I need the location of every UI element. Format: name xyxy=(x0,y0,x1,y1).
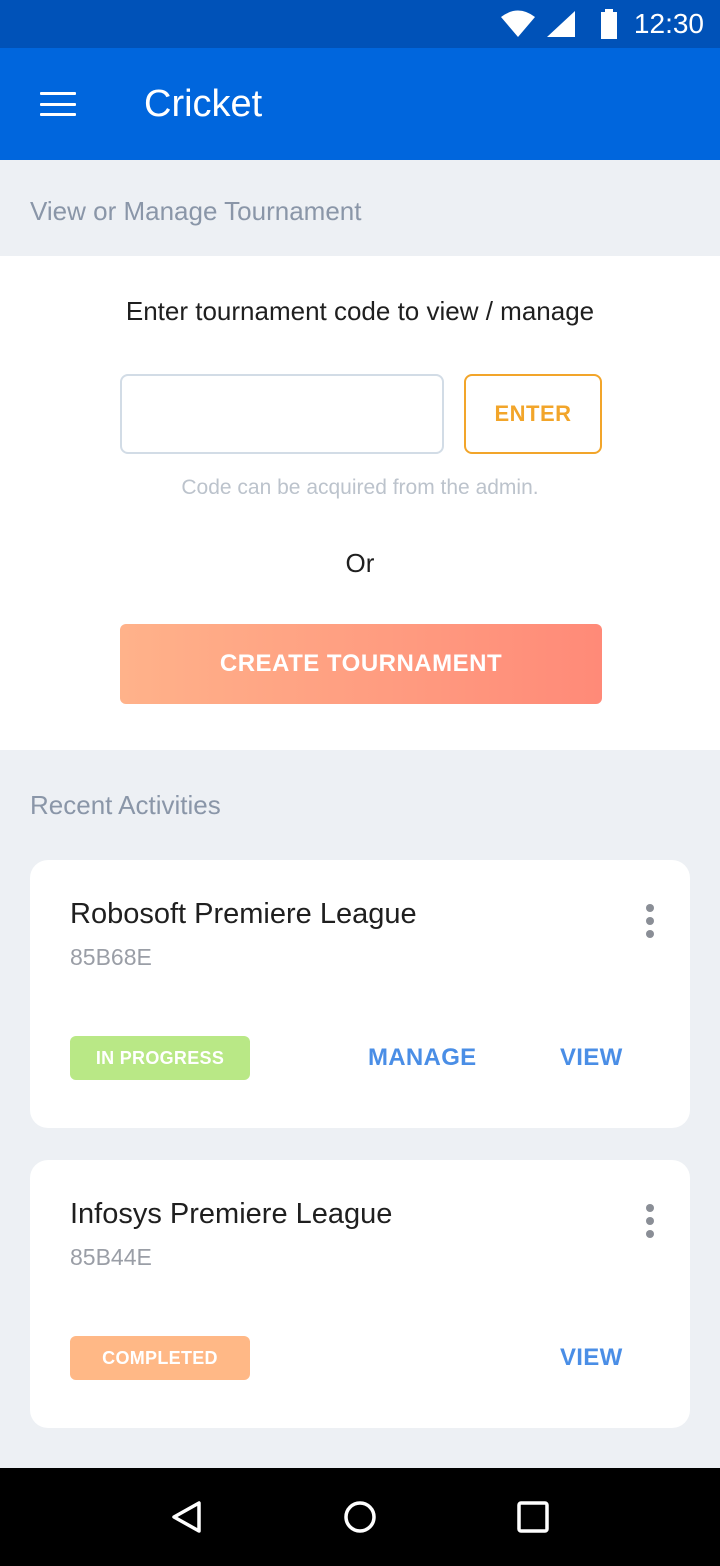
more-options-icon[interactable] xyxy=(644,904,656,938)
more-options-icon[interactable] xyxy=(644,1204,656,1238)
or-divider-text: Or xyxy=(345,548,375,578)
system-nav-bar xyxy=(0,1468,720,1566)
tournament-code-input[interactable] xyxy=(120,374,444,454)
status-bar: 12:30 xyxy=(0,0,720,48)
app-title: Cricket xyxy=(144,82,263,125)
status-badge: IN PROGRESS xyxy=(70,1036,250,1080)
hamburger-menu-icon[interactable] xyxy=(40,92,76,116)
view-button[interactable]: VIEW xyxy=(560,1038,623,1078)
tournament-code: 85B44E xyxy=(70,1244,152,1270)
manage-button[interactable]: MANAGE xyxy=(368,1038,476,1078)
recent-activities-title: Recent Activities xyxy=(30,790,221,820)
wifi-icon xyxy=(500,10,535,37)
code-hint: Code can be acquired from the admin. xyxy=(181,476,539,499)
manage-tournament-panel: Enter tournament code to view / manage E… xyxy=(0,256,720,750)
activity-card: Infosys Premiere League 85B44E COMPLETED… xyxy=(30,1160,690,1428)
battery-icon xyxy=(600,9,617,39)
code-prompt: Enter tournament code to view / manage xyxy=(125,296,595,326)
manage-section-title: View or Manage Tournament xyxy=(30,196,362,226)
enter-button[interactable]: ENTER xyxy=(464,374,602,454)
recents-icon[interactable] xyxy=(503,1487,563,1547)
tournament-title: Infosys Premiere League xyxy=(70,1198,393,1230)
app-bar: Cricket xyxy=(0,48,720,160)
back-icon[interactable] xyxy=(157,1487,217,1547)
create-tournament-button[interactable]: CREATE TOURNAMENT xyxy=(120,624,602,704)
activity-card: Robosoft Premiere League 85B68E IN PROGR… xyxy=(30,860,690,1128)
tournament-title: Robosoft Premiere League xyxy=(70,898,417,930)
view-button[interactable]: VIEW xyxy=(560,1338,623,1378)
status-badge: COMPLETED xyxy=(70,1336,250,1380)
status-time: 12:30 xyxy=(633,8,704,39)
status-icons: 12:30 xyxy=(500,8,704,40)
tournament-code: 85B68E xyxy=(70,944,152,970)
home-icon[interactable] xyxy=(330,1487,390,1547)
signal-icon xyxy=(546,11,575,37)
